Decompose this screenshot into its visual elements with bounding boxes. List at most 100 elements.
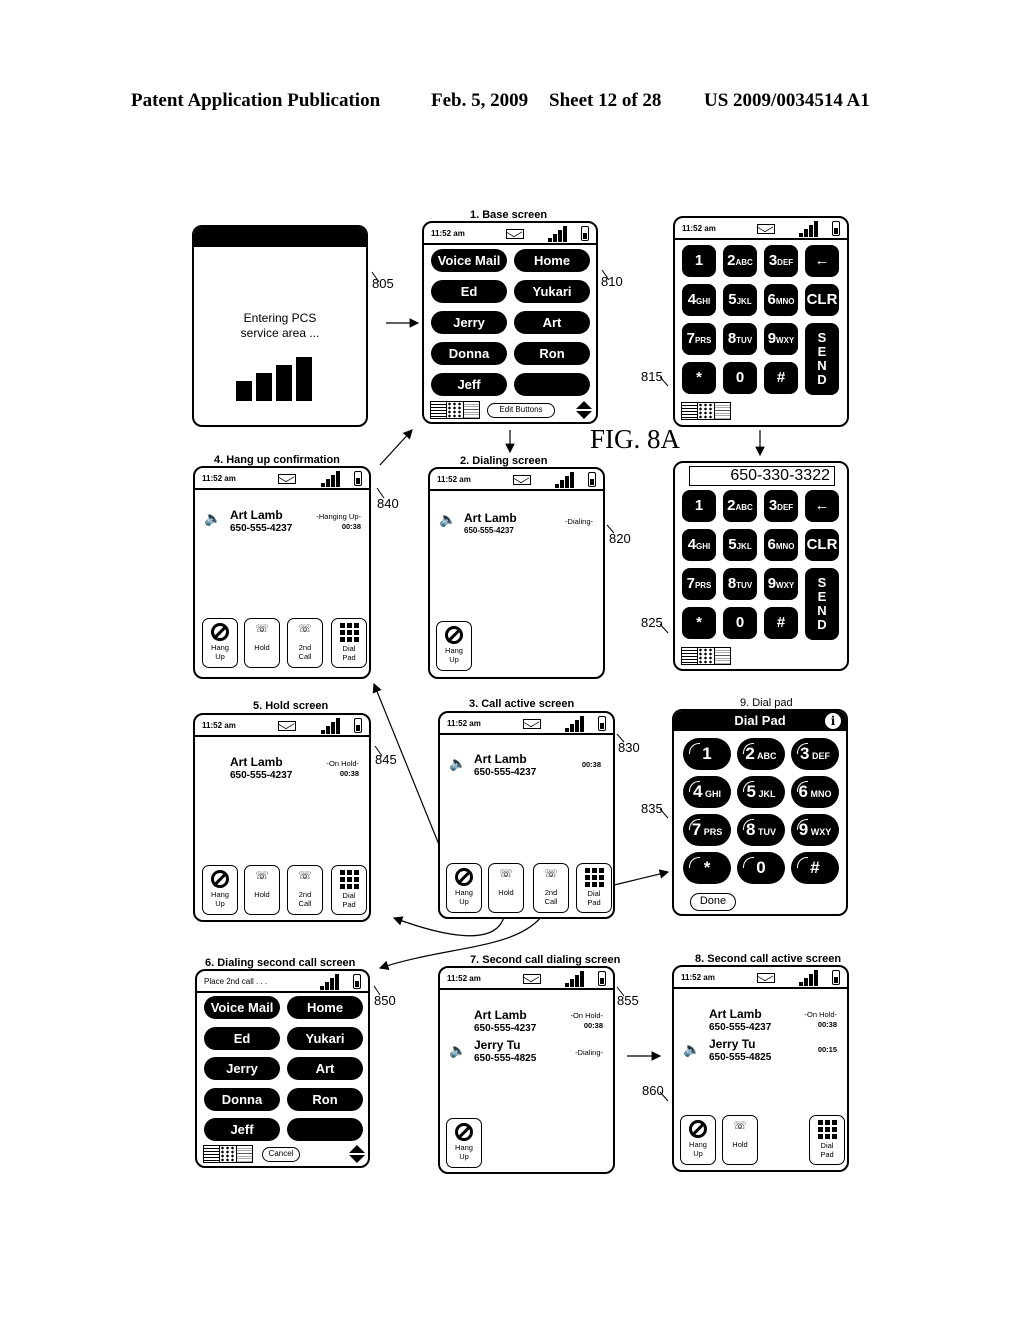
hang-up-button[interactable]: Hang Up [202, 618, 238, 668]
dial-key-8[interactable]: 8 TUV [737, 814, 785, 846]
key-5[interactable]: 5JKL [723, 284, 757, 316]
done-button[interactable]: Done [690, 893, 736, 911]
view-switcher[interactable] [203, 1145, 253, 1163]
send-button[interactable]: SEND [805, 568, 839, 640]
key-pound[interactable]: # [764, 607, 798, 639]
envelope-icon[interactable] [756, 973, 775, 983]
envelope-icon[interactable] [522, 719, 541, 729]
hold-button[interactable]: ☏ Hold [722, 1115, 758, 1165]
speed-dial-jerry[interactable]: Jerry [431, 311, 507, 334]
key-star[interactable]: * [682, 607, 716, 639]
view-switcher[interactable] [430, 401, 480, 419]
speed-dial-yukari[interactable]: Yukari [514, 280, 590, 303]
key-6[interactable]: 6MNO [764, 529, 798, 561]
envelope-icon[interactable] [278, 474, 296, 484]
view-switcher[interactable] [681, 647, 731, 665]
key-3[interactable]: 3DEF [764, 490, 798, 522]
speed-dial-jeff[interactable]: Jeff [431, 373, 507, 396]
key-8[interactable]: 8TUV [723, 323, 757, 355]
hang-up-button[interactable]: Hang Up [446, 1118, 482, 1168]
key-8[interactable]: 8TUV [723, 568, 757, 600]
speed-dial-ed[interactable]: Ed [204, 1026, 280, 1050]
dial-pad-button[interactable]: Dial Pad [331, 618, 367, 668]
key-3[interactable]: 3DEF [764, 245, 798, 277]
speed-dial-donna[interactable]: Donna [431, 342, 507, 365]
key-5[interactable]: 5JKL [723, 529, 757, 561]
hang-up-button[interactable]: Hang Up [436, 621, 472, 671]
key-backspace[interactable]: ← [805, 490, 839, 522]
speed-dial-empty[interactable] [287, 1118, 363, 1141]
scroll-up-down-icon[interactable] [349, 1145, 365, 1163]
dial-pad-button[interactable]: Dial Pad [576, 863, 612, 913]
edit-buttons-button[interactable]: Edit Buttons [487, 403, 555, 418]
speed-dial-empty[interactable] [514, 373, 590, 396]
dial-key-6[interactable]: 6 MNO [791, 776, 839, 808]
dial-key-3[interactable]: 3 DEF [791, 738, 839, 770]
dial-key-1[interactable]: 1 [683, 738, 731, 770]
speed-dial-voice-mail[interactable]: Voice Mail [431, 249, 507, 272]
key-1[interactable]: 1 [682, 490, 716, 522]
send-button[interactable]: SEND [805, 323, 839, 395]
key-7[interactable]: 7PRS [682, 323, 716, 355]
envelope-icon[interactable] [506, 229, 524, 239]
speed-dial-home[interactable]: Home [287, 996, 363, 1019]
hang-up-button[interactable]: Hang Up [446, 863, 482, 913]
info-icon[interactable]: i [825, 713, 841, 729]
key-7[interactable]: 7PRS [682, 568, 716, 600]
dial-key-pound[interactable]: # [791, 852, 839, 884]
envelope-icon[interactable] [512, 475, 531, 485]
speed-dial-art[interactable]: Art [287, 1057, 363, 1080]
dial-key-5[interactable]: 5 JKL [737, 776, 785, 808]
dial-pad-button[interactable]: Dial Pad [809, 1115, 845, 1165]
speed-dial-jerry[interactable]: Jerry [204, 1057, 280, 1080]
key-9[interactable]: 9WXY [764, 568, 798, 600]
key-4[interactable]: 4GHI [682, 529, 716, 561]
speaker-icon[interactable]: 🔈 [449, 755, 466, 772]
speaker-icon[interactable]: 🔈 [204, 510, 221, 527]
dial-key-9[interactable]: 9 WXY [791, 814, 839, 846]
envelope-icon[interactable] [522, 974, 541, 984]
key-4[interactable]: 4GHI [682, 284, 716, 316]
speed-dial-jeff[interactable]: Jeff [204, 1118, 280, 1141]
key-0[interactable]: 0 [723, 362, 757, 394]
dial-pad-button[interactable]: Dial Pad [331, 865, 367, 915]
envelope-icon[interactable] [278, 721, 296, 731]
number-display[interactable]: 650-330-3322 [689, 466, 835, 486]
speed-dial-ron[interactable]: Ron [514, 342, 590, 365]
speaker-icon[interactable]: 🔈 [683, 1041, 700, 1058]
key-6[interactable]: 6MNO [764, 284, 798, 316]
second-call-button[interactable]: ☏ 2nd Call [533, 863, 569, 913]
second-call-button[interactable]: ☏ 2nd Call [287, 865, 323, 915]
hold-button[interactable]: ☏ Hold [244, 618, 280, 668]
envelope-icon[interactable] [757, 224, 775, 234]
view-switcher[interactable] [681, 402, 731, 420]
dial-key-0[interactable]: 0 [737, 852, 785, 884]
hold-button[interactable]: ☏ Hold [488, 863, 524, 913]
key-clr[interactable]: CLR [805, 284, 839, 316]
key-1[interactable]: 1 [682, 245, 716, 277]
hang-up-button[interactable]: Hang Up [202, 865, 238, 915]
speed-dial-home[interactable]: Home [514, 249, 590, 272]
hang-up-button[interactable]: Hang Up [680, 1115, 716, 1165]
speed-dial-art[interactable]: Art [514, 311, 590, 334]
key-backspace[interactable]: ← [805, 245, 839, 277]
dial-key-7[interactable]: 7 PRS [683, 814, 731, 846]
speaker-icon[interactable]: 🔈 [439, 511, 456, 528]
dial-key-star[interactable]: * [683, 852, 731, 884]
speed-dial-voice-mail[interactable]: Voice Mail [204, 996, 280, 1019]
speed-dial-ed[interactable]: Ed [431, 280, 507, 303]
key-clr[interactable]: CLR [805, 529, 839, 561]
speed-dial-yukari[interactable]: Yukari [287, 1026, 363, 1050]
key-9[interactable]: 9WXY [764, 323, 798, 355]
key-star[interactable]: * [682, 362, 716, 394]
scroll-up-down-icon[interactable] [576, 401, 592, 419]
speaker-icon[interactable]: 🔈 [449, 1042, 466, 1059]
key-pound[interactable]: # [764, 362, 798, 394]
cancel-button[interactable]: Cancel [262, 1147, 300, 1162]
key-0[interactable]: 0 [723, 607, 757, 639]
second-call-button[interactable]: ☏ 2nd Call [287, 618, 323, 668]
speed-dial-donna[interactable]: Donna [204, 1087, 280, 1111]
key-2[interactable]: 2ABC [723, 245, 757, 277]
dial-key-4[interactable]: 4 GHI [683, 776, 731, 808]
key-2[interactable]: 2ABC [723, 490, 757, 522]
